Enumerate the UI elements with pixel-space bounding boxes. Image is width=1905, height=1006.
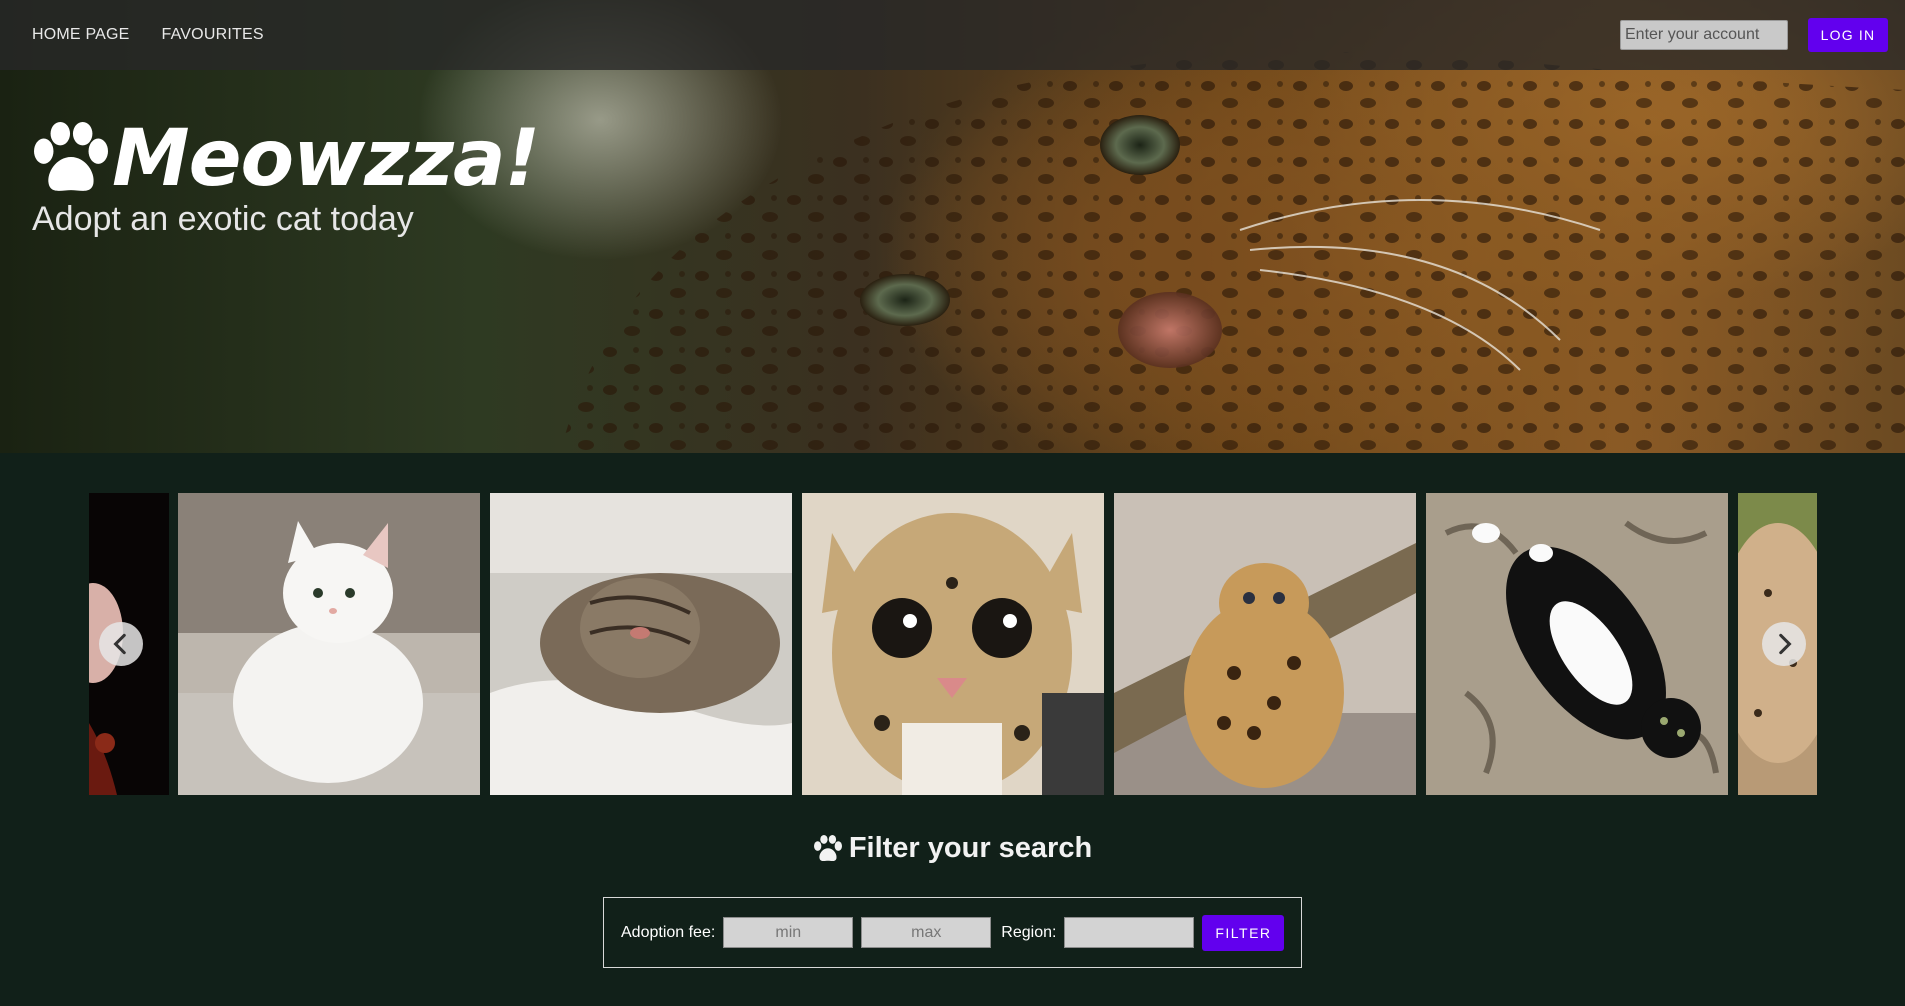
cat-carousel (89, 493, 1817, 795)
top-navbar: HOME PAGE FAVOURITES LOG IN (0, 0, 1905, 70)
chevron-left-icon (113, 633, 126, 655)
nav-home-link[interactable]: HOME PAGE (32, 26, 130, 44)
filter-heading-text: Filter your search (848, 832, 1093, 864)
fee-min-input[interactable] (723, 917, 854, 948)
adoption-fee-label: Adoption fee: (621, 923, 716, 941)
nav-favourites-link[interactable]: FAVOURITES (162, 26, 264, 44)
filter-form: Adoption fee: Region: FILTER (603, 897, 1302, 968)
region-input[interactable] (1064, 917, 1195, 948)
hero-title: Meowzza! (32, 114, 540, 204)
region-label: Region: (1001, 923, 1057, 941)
carousel-slide[interactable] (178, 493, 480, 795)
carousel-prev-button[interactable] (99, 622, 143, 666)
filter-button[interactable]: FILTER (1202, 914, 1285, 951)
carousel-slide[interactable] (1114, 493, 1416, 795)
chevron-right-icon (1779, 633, 1792, 655)
jaguar-cub-on-branch-photo (1114, 493, 1416, 795)
site-title: Meowzza! (112, 114, 540, 204)
ocelot-kitten-photo (802, 493, 1104, 795)
paw-icon (34, 122, 108, 191)
carousel-slide[interactable] (1426, 493, 1728, 795)
hero-subtitle: Adopt an exotic cat today (32, 200, 414, 238)
white-fluffy-cat-photo (178, 493, 480, 795)
login-button[interactable]: LOG IN (1808, 18, 1888, 52)
fee-max-input[interactable] (861, 917, 992, 948)
black-white-cat-on-rug-photo (1426, 493, 1728, 795)
tabby-cat-sleeping-photo (490, 493, 792, 795)
filter-heading: Filter your search (0, 832, 1905, 865)
carousel-slide[interactable] (802, 493, 1104, 795)
carousel-next-button[interactable] (1762, 622, 1806, 666)
account-input[interactable] (1620, 20, 1788, 50)
paw-icon (813, 834, 842, 861)
carousel-slide[interactable] (490, 493, 792, 795)
